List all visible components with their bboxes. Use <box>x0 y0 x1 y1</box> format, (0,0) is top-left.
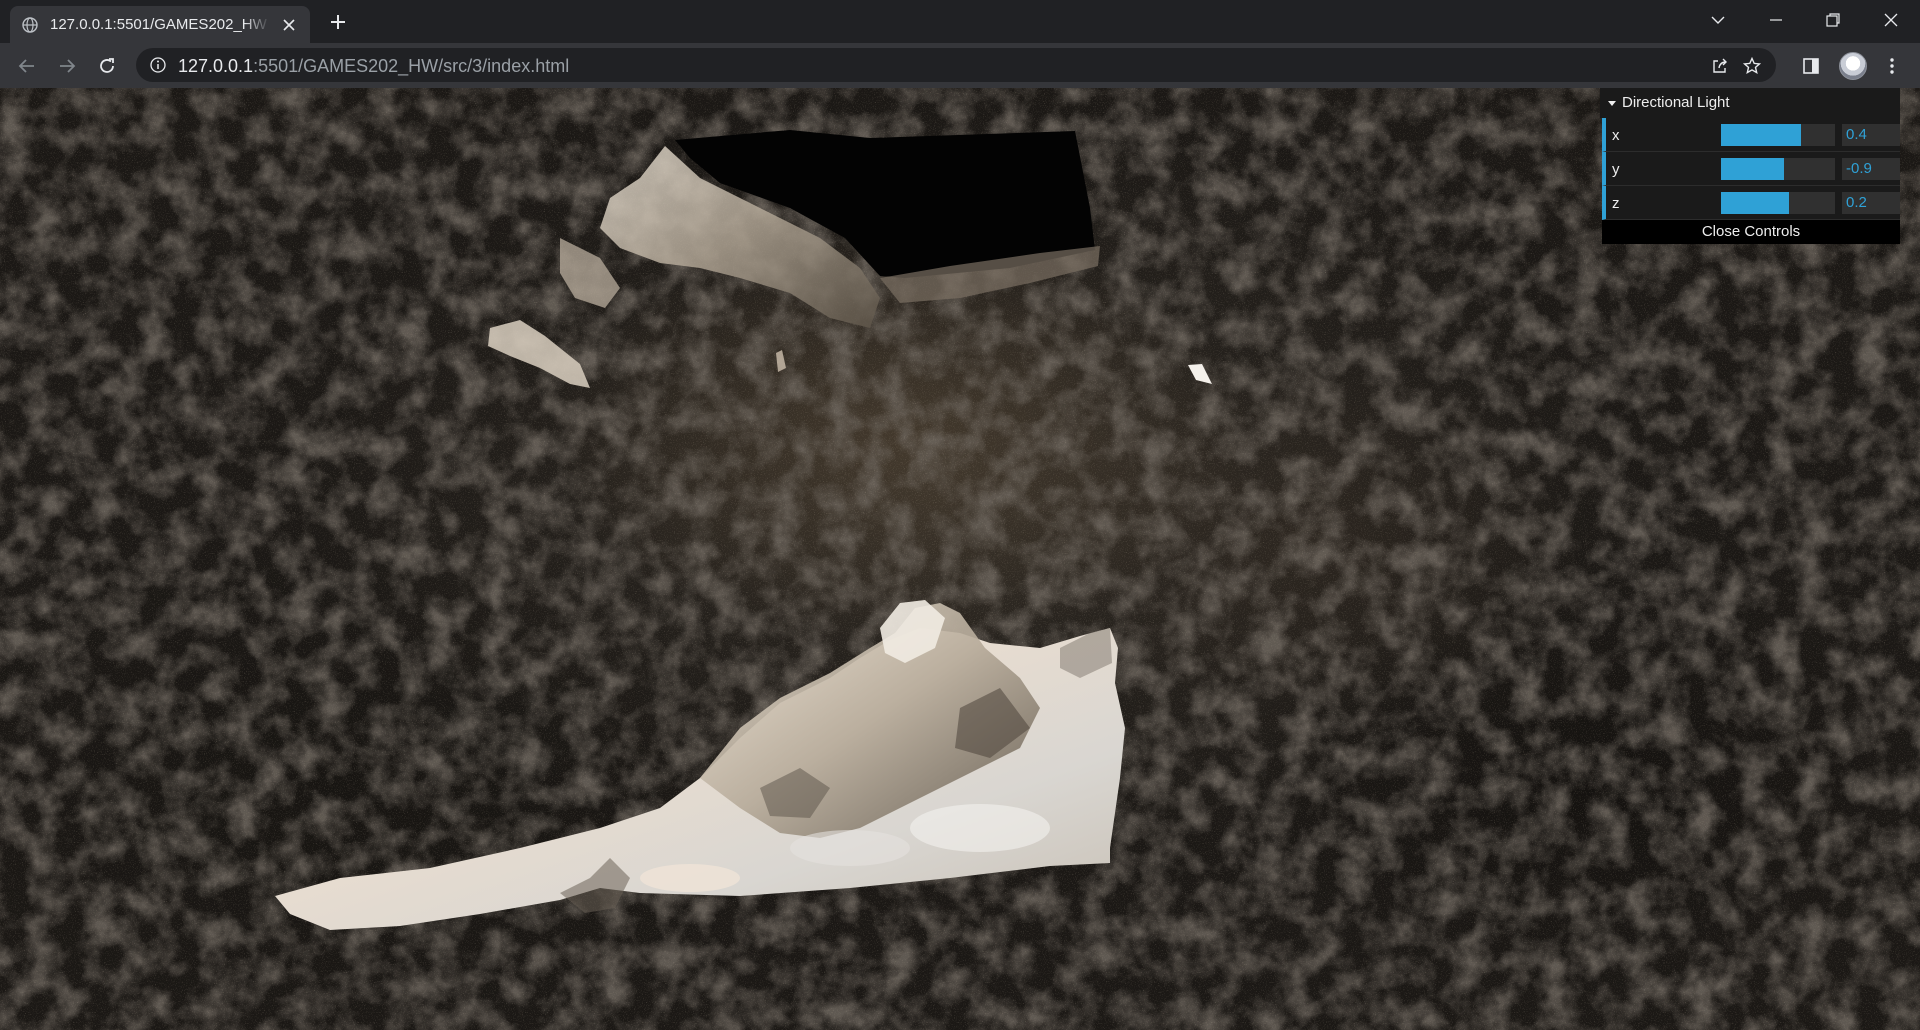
tab-search-icon[interactable] <box>1702 6 1734 34</box>
webgl-canvas[interactable]: Directional Light x 0.4 y -0.9 z 0.2 Close Co… <box>0 88 1920 1030</box>
number-input-y[interactable]: -0.9 <box>1842 158 1900 180</box>
side-panel-icon[interactable] <box>1799 54 1823 78</box>
info-icon[interactable] <box>150 57 166 73</box>
dat-gui-panel: Directional Light x 0.4 y -0.9 z 0.2 Close Co… <box>1600 88 1900 244</box>
address-bar[interactable]: 127.0.0.1:5501/GAMES202_HW/src/3/index.h… <box>136 48 1776 82</box>
control-label: z <box>1612 195 1620 212</box>
browser-toolbar: 127.0.0.1:5501/GAMES202_HW/src/3/index.h… <box>0 43 1920 88</box>
control-label: x <box>1612 127 1620 144</box>
kebab-menu-icon[interactable] <box>1880 54 1904 78</box>
browser-tab[interactable]: 127.0.0.1:5501/GAMES202_HW <box>10 6 310 43</box>
globe-icon <box>22 16 38 33</box>
control-row-z: z 0.2 <box>1602 186 1900 220</box>
slider-fill <box>1721 124 1801 146</box>
slider-z[interactable] <box>1721 192 1835 214</box>
folder-title-directional-light[interactable]: Directional Light <box>1600 88 1900 118</box>
url-host: 127.0.0.1 <box>178 56 254 76</box>
close-controls-button[interactable]: Close Controls <box>1602 220 1900 244</box>
control-label: y <box>1612 161 1620 178</box>
minimize-icon[interactable] <box>1760 6 1792 34</box>
restore-icon[interactable] <box>1817 6 1849 34</box>
url-text[interactable]: 127.0.0.1:5501/GAMES202_HW/src/3/index.h… <box>178 56 569 77</box>
number-input-x[interactable]: 0.4 <box>1842 124 1900 146</box>
tab-strip: 127.0.0.1:5501/GAMES202_HW <box>0 0 1920 43</box>
url-path: :5501/GAMES202_HW/src/3/index.html <box>253 56 570 76</box>
caret-down-icon <box>1608 100 1616 106</box>
folder-title-label: Directional Light <box>1622 94 1730 111</box>
share-icon[interactable] <box>1710 56 1730 76</box>
slider-x[interactable] <box>1721 124 1835 146</box>
close-tab-icon[interactable] <box>280 16 298 34</box>
control-row-y: y -0.9 <box>1602 152 1900 186</box>
slider-fill <box>1721 192 1790 214</box>
star-icon[interactable] <box>1742 56 1762 76</box>
close-window-icon[interactable] <box>1875 6 1907 34</box>
arrow-left-icon[interactable] <box>14 53 40 79</box>
avatar[interactable] <box>1839 52 1867 80</box>
new-tab-button[interactable] <box>326 10 350 34</box>
tab-title: 127.0.0.1:5501/GAMES202_HW <box>50 16 267 33</box>
number-input-z[interactable]: 0.2 <box>1842 192 1900 214</box>
arrow-right-icon[interactable] <box>54 53 80 79</box>
control-row-x: x 0.4 <box>1602 118 1900 152</box>
slider-fill <box>1721 158 1784 180</box>
slider-y[interactable] <box>1721 158 1835 180</box>
reload-icon[interactable] <box>94 53 120 79</box>
